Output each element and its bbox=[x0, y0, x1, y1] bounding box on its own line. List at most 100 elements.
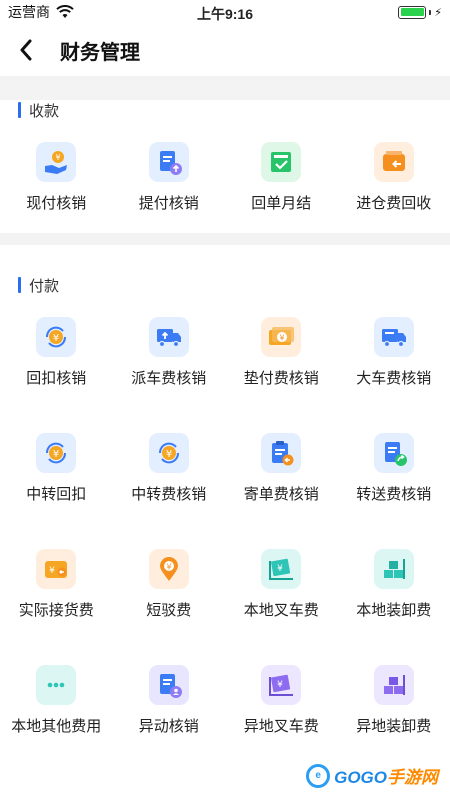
watermark-text: GOGO手游网 bbox=[334, 763, 438, 788]
coin-cycle-icon: ¥ bbox=[46, 326, 67, 348]
grid-item-label: 现付核销 bbox=[26, 195, 87, 212]
grid-item-label: 提付核销 bbox=[138, 195, 199, 212]
icon-tile: ¥ bbox=[148, 549, 189, 589]
grid-item-label: 实际接货费 bbox=[18, 602, 94, 619]
forklift-coin-icon: ¥ bbox=[269, 674, 294, 696]
grid-item[interactable]: ¥ 现付核销 bbox=[0, 142, 113, 213]
grid-item-label: 短驳费 bbox=[146, 602, 192, 619]
bills-icon: ¥ bbox=[269, 327, 295, 345]
grid-item[interactable]: 寄单费核销 bbox=[225, 433, 338, 504]
icon-tile: ¥ bbox=[261, 317, 302, 357]
grid-item[interactable]: 大车费核销 bbox=[338, 317, 450, 388]
chevron-left-icon bbox=[20, 39, 32, 61]
icon-tile bbox=[148, 142, 189, 182]
icon-tile bbox=[373, 665, 414, 705]
icon-tile bbox=[36, 665, 77, 705]
svg-text:¥: ¥ bbox=[277, 564, 283, 574]
grid-item-label: 中转费核销 bbox=[131, 486, 207, 503]
grid-item[interactable]: ¥ 回扣核销 bbox=[0, 317, 113, 388]
receipt-check-icon bbox=[271, 152, 292, 172]
grid-item-label: 异地叉车费 bbox=[243, 718, 319, 735]
truck-icon bbox=[381, 329, 406, 348]
grid-item[interactable]: ¥ 垫付费核销 bbox=[225, 317, 338, 388]
status-left: 运营商 bbox=[8, 2, 74, 22]
divider bbox=[0, 233, 450, 245]
grid-item[interactable]: ¥ 异地叉车费 bbox=[225, 665, 338, 736]
divider bbox=[0, 76, 450, 100]
grid-item-label: 本地叉车费 bbox=[243, 602, 319, 619]
grid-item[interactable]: 转送费核销 bbox=[338, 433, 450, 504]
boxes-icon bbox=[383, 559, 405, 579]
icon-tile bbox=[373, 142, 414, 182]
grid-item-label: 转送费核销 bbox=[356, 486, 432, 503]
grid-item[interactable]: 派车费核销 bbox=[113, 317, 226, 388]
nav-bar: 财务管理 bbox=[0, 24, 450, 76]
grid-item[interactable]: 异动核销 bbox=[113, 665, 226, 736]
doc-upload-icon bbox=[159, 151, 182, 175]
doc-user-icon bbox=[159, 674, 182, 698]
svg-text:¥: ¥ bbox=[277, 680, 283, 690]
grid-item[interactable]: 本地装卸费 bbox=[338, 549, 450, 620]
icon-tile: ¥ bbox=[36, 549, 77, 589]
battery-icon bbox=[398, 5, 427, 19]
wifi-icon bbox=[56, 5, 74, 18]
watermark-badge: e bbox=[306, 763, 331, 788]
svg-text:¥: ¥ bbox=[49, 566, 55, 576]
carrier-label: 运营商 bbox=[8, 4, 50, 20]
icon-tile: ¥ bbox=[36, 433, 77, 473]
grid-item[interactable]: ¥ 本地叉车费 bbox=[225, 549, 338, 620]
clipboard-send-icon bbox=[272, 441, 294, 466]
icon-tile bbox=[373, 433, 414, 473]
grid-item-label: 垫付费核销 bbox=[243, 370, 319, 387]
boxes-icon bbox=[383, 675, 405, 695]
grid-item[interactable]: ¥ 实际接货费 bbox=[0, 549, 113, 620]
grid-item[interactable]: ¥ 短驳费 bbox=[113, 549, 226, 620]
status-right: ⚡ bbox=[398, 5, 442, 19]
grid-item-label: 寄单费核销 bbox=[243, 486, 319, 503]
back-button[interactable] bbox=[14, 38, 38, 62]
icon-tile: ¥ bbox=[261, 549, 302, 589]
receive-grid: ¥ 现付核销 提付核销 回单月结 进仓费回收 bbox=[0, 142, 450, 213]
icon-tile: ¥ bbox=[148, 433, 189, 473]
svg-text:¥: ¥ bbox=[53, 333, 59, 344]
section-receive: 收款 ¥ 现付核销 提付核销 回单月结 进仓费回收 bbox=[0, 100, 450, 213]
section-title-pay: 付款 bbox=[29, 277, 60, 295]
truck-up-icon bbox=[156, 329, 181, 348]
svg-text:¥: ¥ bbox=[166, 449, 172, 460]
grid-item[interactable]: ¥ 中转费核销 bbox=[113, 433, 226, 504]
icon-tile bbox=[373, 317, 414, 357]
grid-item[interactable]: 本地其他费用 bbox=[0, 665, 113, 736]
icon-tile bbox=[148, 317, 189, 357]
grid-item-label: 回扣核销 bbox=[26, 370, 87, 387]
charging-icon: ⚡ bbox=[434, 6, 442, 19]
icon-tile: ¥ bbox=[36, 317, 77, 357]
svg-text:¥: ¥ bbox=[56, 153, 61, 162]
icon-tile: ¥ bbox=[261, 665, 302, 705]
grid-item-label: 进仓费回收 bbox=[356, 195, 432, 212]
wallet-return-icon bbox=[382, 151, 405, 171]
grid-item-label: 回单月结 bbox=[251, 195, 312, 212]
grid-item[interactable]: 异地装卸费 bbox=[338, 665, 450, 736]
grid-item-label: 异动核销 bbox=[138, 718, 199, 735]
hand-coin-icon: ¥ bbox=[45, 151, 68, 174]
grid-item[interactable]: 回单月结 bbox=[225, 142, 338, 213]
grid-item[interactable]: ¥ 中转回扣 bbox=[0, 433, 113, 504]
icon-tile bbox=[373, 549, 414, 589]
svg-text:¥: ¥ bbox=[166, 563, 171, 572]
grid-item-label: 中转回扣 bbox=[26, 486, 87, 503]
section-header: 付款 bbox=[18, 275, 450, 295]
battery-cap bbox=[429, 9, 432, 15]
section-accent bbox=[18, 102, 21, 118]
icon-tile bbox=[261, 433, 302, 473]
watermark-brand: GOGO bbox=[334, 768, 387, 787]
grid-item-label: 大车费核销 bbox=[356, 370, 432, 387]
forklift-coin-icon: ¥ bbox=[269, 558, 294, 580]
battery-level bbox=[400, 8, 424, 16]
doc-forward-icon bbox=[384, 442, 407, 466]
section-pay: 付款 ¥ 回扣核销 派车费核销 ¥ 垫付费核销 大车费核销 ¥ 中转回扣 ¥ 中转费核销 寄单费核销… bbox=[0, 245, 450, 736]
grid-item[interactable]: 进仓费回收 bbox=[338, 142, 450, 213]
grid-item-label: 本地装卸费 bbox=[356, 602, 432, 619]
grid-item[interactable]: 提付核销 bbox=[113, 142, 226, 213]
watermark-brand-suffix: 手游网 bbox=[387, 768, 438, 787]
section-header: 收款 bbox=[18, 100, 450, 120]
